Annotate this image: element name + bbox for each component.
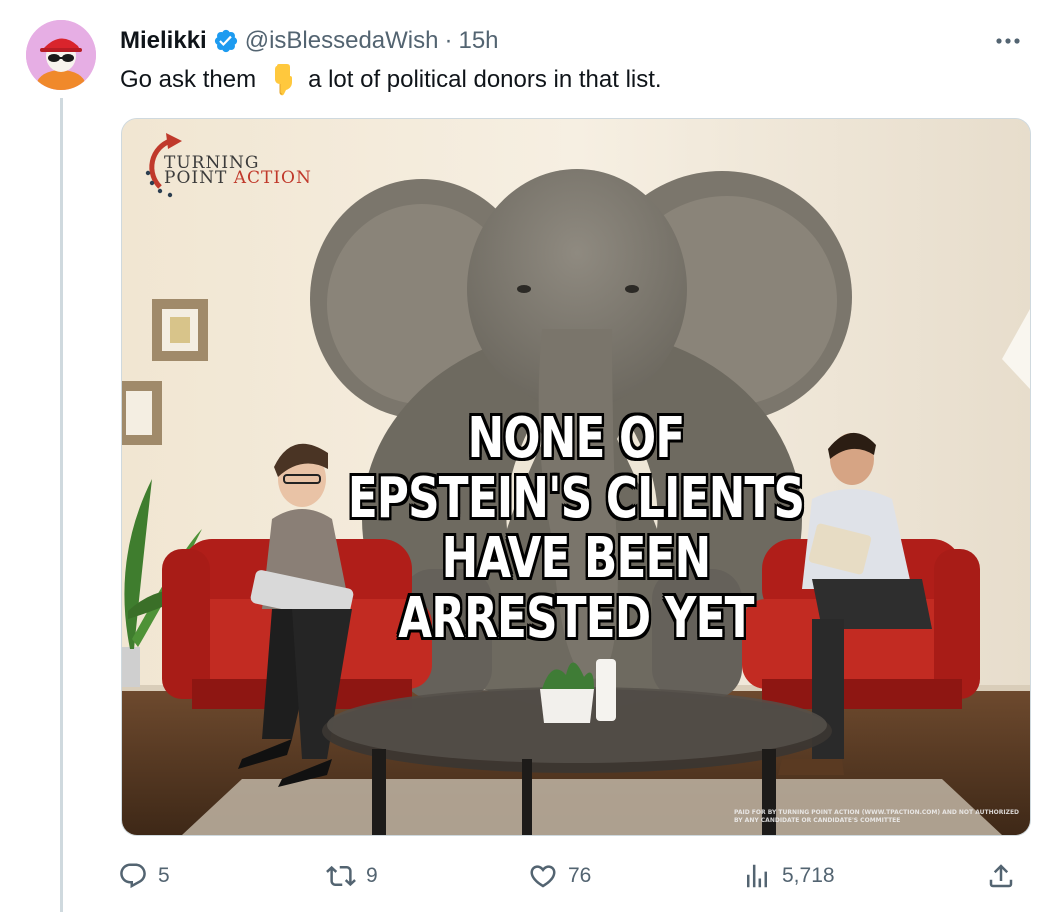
retweet-button[interactable]: 9 [326,850,378,902]
like-button[interactable]: 76 [528,850,591,902]
reply-button[interactable]: 5 [118,850,170,902]
timestamp[interactable]: 15h [458,27,498,55]
like-icon [530,865,556,888]
more-options-icon[interactable] [990,28,1026,54]
turning-point-action-logo: TURNING POINT ACTION [130,123,320,207]
meme-caption-line-4: ARRESTED YET [398,586,754,651]
view-count: 5,718 [782,864,835,887]
verified-badge-icon[interactable] [213,28,239,54]
user-handle[interactable]: @isBlessedaWish [245,27,439,55]
logo-line-point-action: POINT ACTION [164,170,312,187]
tweet-header: Mielikki @isBlessedaWish · 15h [120,24,499,58]
retweet-icon [326,865,356,887]
display-name[interactable]: Mielikki [120,27,207,55]
meme-caption-line-3: HAVE BEEN [441,526,712,591]
paid-for-disclaimer: PAID FOR BY TURNING POINT ACTION (WWW.TP… [734,809,1020,824]
separator-dot: · [444,27,453,54]
pointing-down-emoji-icon [268,64,298,96]
tweet-text-part2: a lot of political donors in that list. [308,66,662,93]
reply-icon [120,863,146,889]
thread-line [60,98,63,912]
logo-word-point: POINT [164,168,228,188]
tweet-text-part1: Go ask them [120,66,257,93]
tweet-media-image[interactable]: TURNING POINT ACTION NONE OF EPSTEIN'S C… [121,118,1031,836]
tweet-text: Go ask them a lot of political donors in… [120,62,662,98]
share-button[interactable] [986,850,1016,902]
avatar[interactable] [26,20,96,90]
logo-word-action: ACTION [233,168,312,188]
share-icon [989,864,1013,888]
tweet-action-bar: 5 9 76 5,718 [0,850,1056,902]
meme-caption-line-2: EPSTEIN'S CLIENTS [347,466,805,531]
reply-count: 5 [158,864,170,887]
retweet-count: 9 [366,864,378,887]
like-count: 76 [568,864,592,887]
views-icon [747,864,767,888]
meme-caption-line-1: NONE OF [467,406,686,471]
avatar-image [26,20,96,90]
views-button[interactable]: 5,718 [742,850,835,902]
